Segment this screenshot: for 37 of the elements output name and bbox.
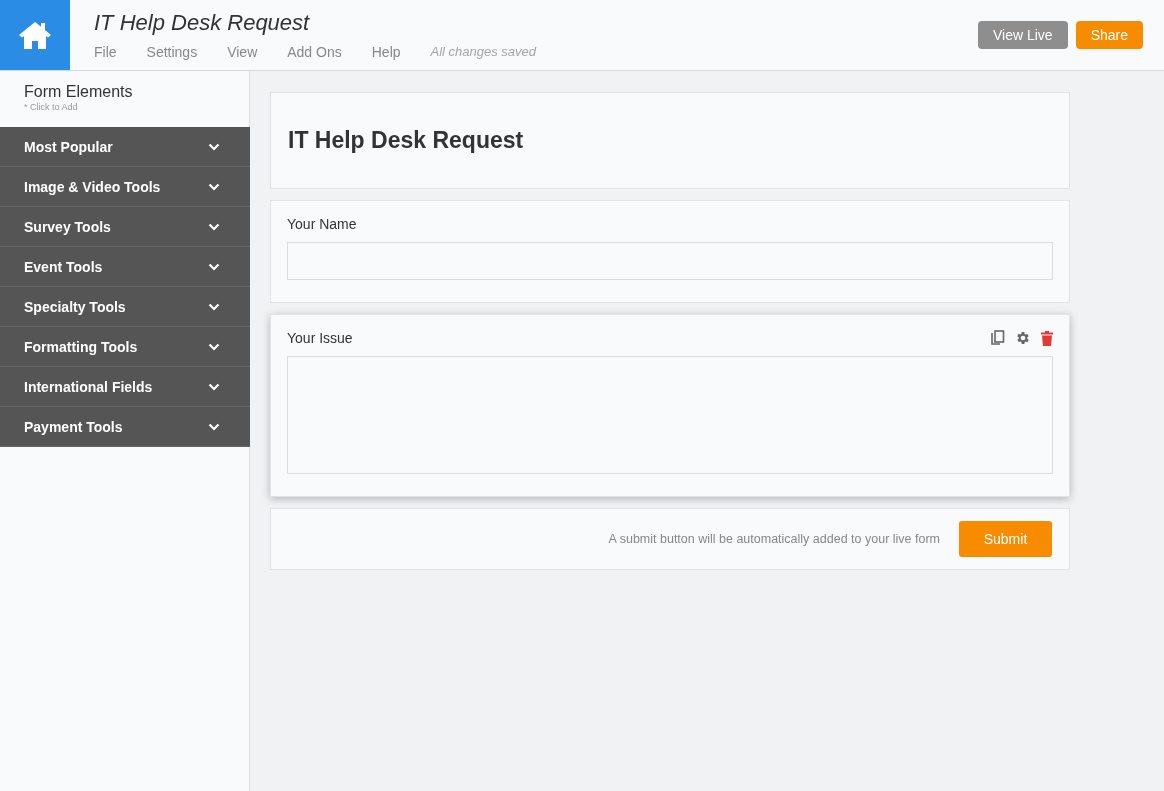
delete-icon[interactable] bbox=[1041, 330, 1053, 346]
sidebar-section[interactable]: Image & Video Tools bbox=[0, 167, 250, 207]
field-card[interactable]: Your Issue bbox=[270, 314, 1070, 497]
sidebar-section[interactable]: Survey Tools bbox=[0, 207, 250, 247]
settings-icon[interactable] bbox=[1015, 330, 1031, 346]
sidebar-section[interactable]: Payment Tools bbox=[0, 407, 250, 447]
save-status: All changes saved bbox=[430, 44, 537, 60]
sidebar-section[interactable]: International Fields bbox=[0, 367, 250, 407]
chevron-icon bbox=[208, 182, 220, 191]
sidebar-title: Form Elements bbox=[24, 83, 134, 101]
form-heading: IT Help Desk Request bbox=[288, 127, 524, 154]
chevron-icon bbox=[208, 342, 220, 351]
home-button[interactable] bbox=[0, 0, 70, 70]
chevron-icon bbox=[208, 302, 220, 311]
sidebar-section[interactable]: Most Popular bbox=[0, 127, 250, 167]
sidebar-section[interactable]: Specialty Tools bbox=[0, 287, 250, 327]
sidebar-section[interactable]: Formatting Tools bbox=[0, 327, 250, 367]
menu-item[interactable]: Help bbox=[371, 44, 401, 60]
sidebar-hint: * Click to Add bbox=[24, 102, 79, 112]
chevron-icon bbox=[208, 222, 220, 231]
field-card[interactable]: Your Name bbox=[270, 200, 1070, 303]
text-input-field[interactable] bbox=[287, 242, 1053, 280]
field-label: Your Issue bbox=[287, 330, 353, 346]
field-label: Your Name bbox=[287, 216, 357, 232]
menu-item[interactable]: Add Ons bbox=[287, 44, 342, 60]
chevron-icon bbox=[208, 142, 220, 151]
submit-note: A submit button will be automatically added to your live form bbox=[608, 532, 940, 546]
text-area-field[interactable] bbox=[287, 356, 1053, 474]
sidebar-section[interactable]: Event Tools bbox=[0, 247, 250, 287]
form-title: IT Help Desk Request bbox=[94, 10, 311, 36]
chevron-icon bbox=[208, 422, 220, 431]
copy-icon[interactable] bbox=[991, 330, 1005, 346]
chevron-icon bbox=[208, 382, 220, 391]
menu-item[interactable]: View bbox=[227, 44, 258, 60]
menu-item[interactable]: File bbox=[94, 44, 117, 60]
chevron-icon bbox=[208, 262, 220, 271]
home-icon bbox=[18, 20, 52, 50]
